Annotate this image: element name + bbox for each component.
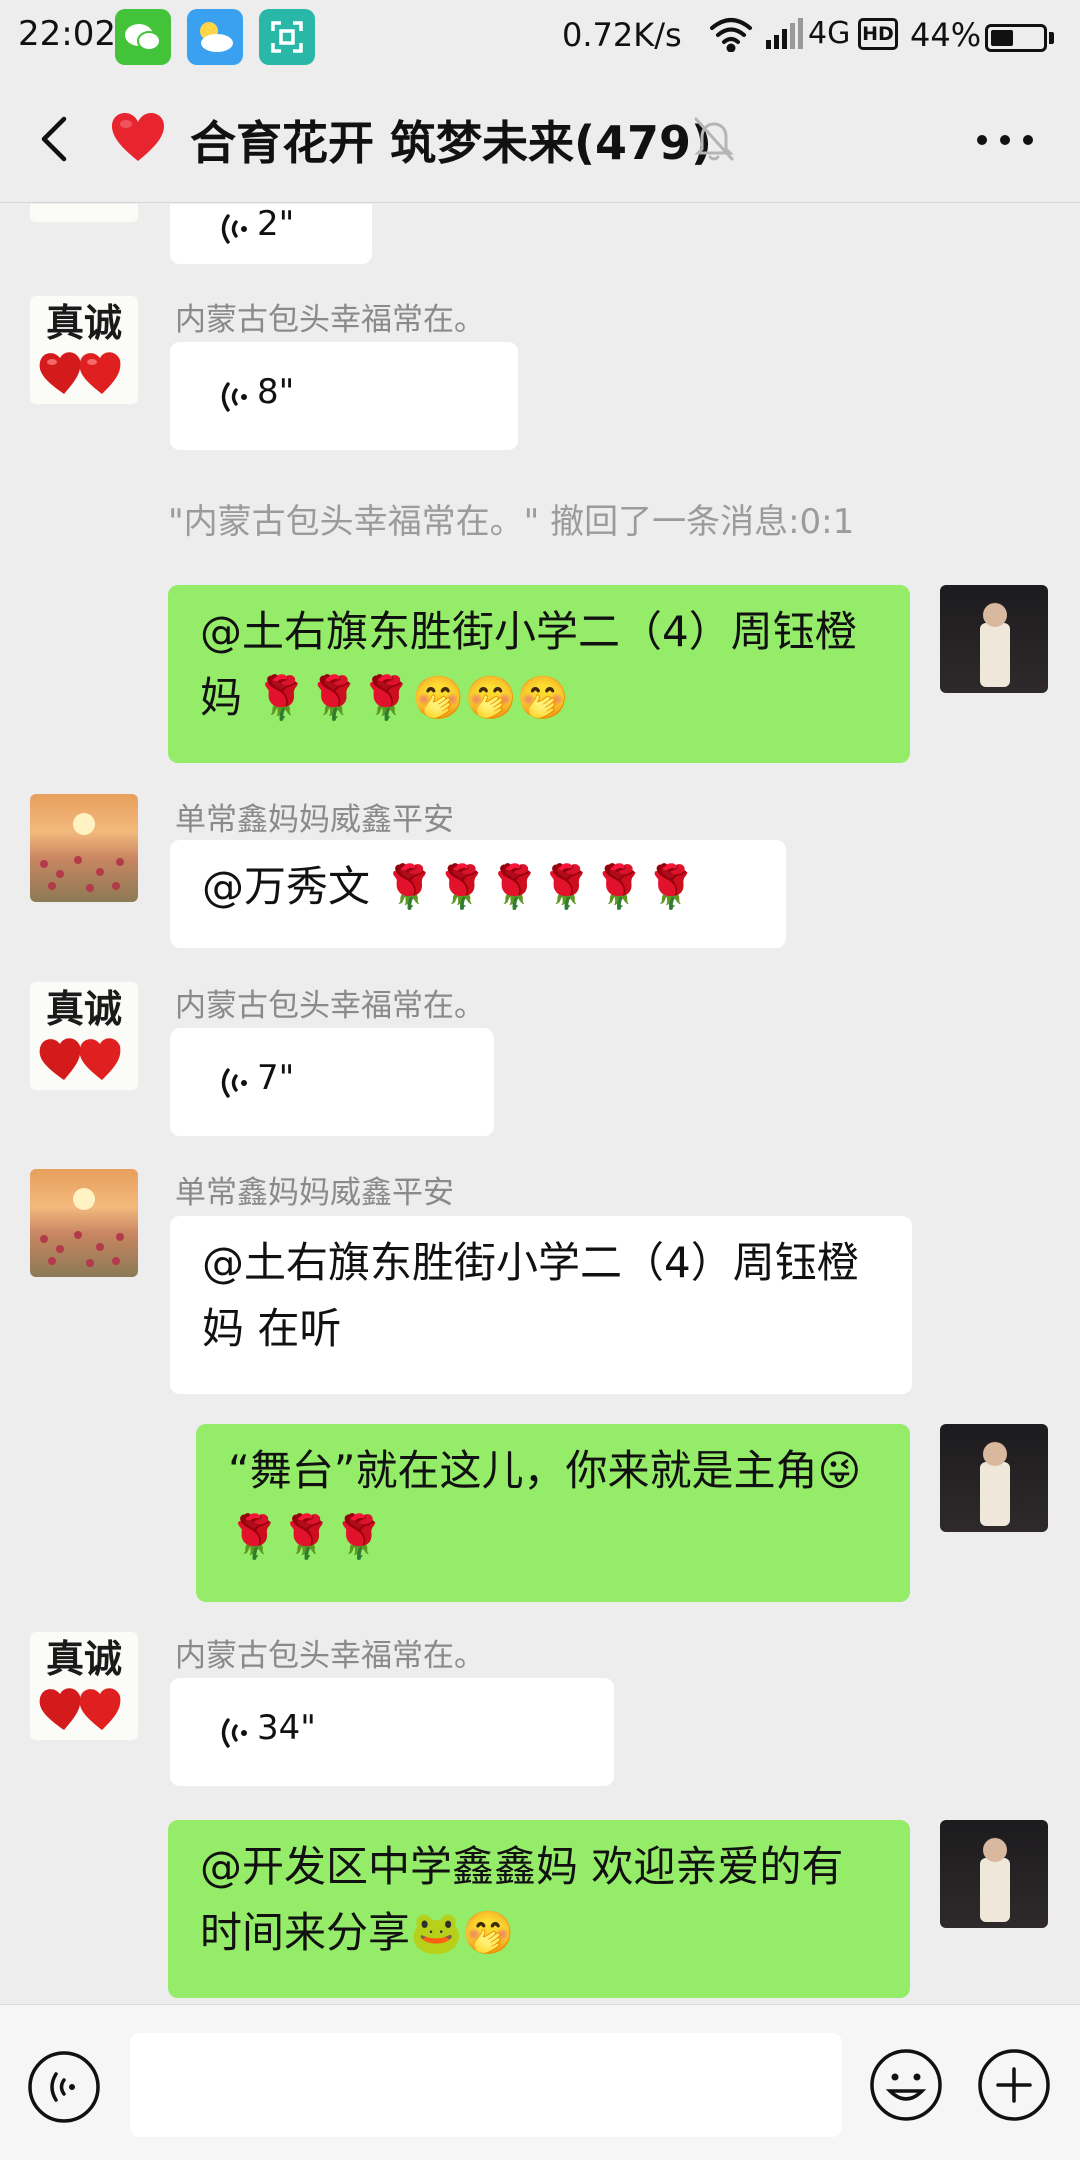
scan-icon [259, 9, 315, 65]
sender-name: 单常鑫妈妈威鑫平安 [175, 802, 454, 838]
chat-header: 合育花开 筑梦未来(479) [0, 75, 1080, 203]
message-list[interactable]: 2" 真诚 内蒙古包头幸福常在。 8" "内蒙古包头幸福常在。" 撤回了一条消息… [0, 204, 1080, 2004]
voice-wave-icon [218, 1064, 250, 1106]
chevron-left-icon[interactable] [30, 111, 82, 167]
voice-duration: 8" [257, 372, 295, 412]
battery-percent: 44% [910, 16, 982, 54]
system-recall-notice: "内蒙古包头幸福常在。" 撤回了一条消息:0:1 [168, 502, 855, 542]
sender-name: 内蒙古包头幸福常在。 [175, 988, 485, 1024]
voice-duration: 7" [257, 1058, 295, 1098]
voice-message[interactable]: 8" [170, 342, 518, 450]
avatar-self[interactable] [940, 585, 1048, 693]
network-speed: 0.72K/s [562, 16, 682, 54]
status-bar: 22:02 0.72K/s 4G HD 44% [0, 0, 1080, 75]
avatar-text: 真诚 [46, 1636, 122, 1681]
hd-badge: HD [858, 18, 898, 50]
signal-icon [764, 18, 804, 54]
battery-icon [985, 24, 1047, 52]
more-dots-icon[interactable] [970, 125, 1040, 155]
message-bubble[interactable]: @万秀文 🌹🌹🌹🌹🌹🌹 [170, 840, 786, 948]
message-bubble[interactable]: @土右旗东胜街小学二（4）周钰橙妈 在听 [170, 1216, 912, 1394]
status-time: 22:02 [18, 14, 116, 54]
avatar-text: 真诚 [46, 300, 122, 345]
message-input[interactable] [130, 2033, 842, 2137]
sender-name: 单常鑫妈妈威鑫平安 [175, 1175, 454, 1211]
plus-icon[interactable] [976, 2047, 1052, 2123]
voice-duration: 2" [257, 204, 295, 244]
heart-icon [110, 111, 166, 163]
avatar[interactable]: 真诚 [30, 1632, 138, 1740]
sender-name: 内蒙古包头幸福常在。 [175, 1638, 485, 1674]
message-bubble[interactable]: @开发区中学鑫鑫妈 欢迎亲爱的有时间来分享🐸🤭 [168, 1820, 910, 1998]
wechat-icon [115, 9, 171, 65]
avatar[interactable]: 真诚 [30, 296, 138, 404]
voice-input-icon[interactable] [26, 2049, 102, 2125]
input-bar [0, 2004, 1080, 2160]
voice-wave-icon [218, 378, 250, 420]
avatar-self[interactable] [940, 1424, 1048, 1532]
avatar-self[interactable] [940, 1820, 1048, 1928]
voice-wave-icon [218, 1714, 250, 1756]
avatar[interactable] [30, 1169, 138, 1277]
wifi-icon [708, 16, 754, 56]
avatar-text: 真诚 [46, 986, 122, 1031]
voice-wave-icon [218, 210, 250, 252]
avatar[interactable] [30, 794, 138, 902]
battery-tip [1049, 32, 1054, 44]
sender-name: 内蒙古包头幸福常在。 [175, 302, 485, 338]
message-bubble[interactable]: “舞台”就在这儿，你来就是主角😜🌹🌹🌹 [196, 1424, 910, 1602]
voice-message[interactable]: 34" [170, 1678, 614, 1786]
emoji-icon[interactable] [868, 2047, 944, 2123]
voice-message[interactable]: 7" [170, 1028, 494, 1136]
network-type: 4G [808, 16, 851, 51]
voice-message[interactable]: 2" [170, 204, 372, 264]
voice-duration: 34" [257, 1708, 316, 1748]
message-bubble[interactable]: @土右旗东胜街小学二（4）周钰橙妈 🌹🌹🌹🤭🤭🤭 [168, 585, 910, 763]
chat-title: 合育花开 筑梦未来(479) [190, 116, 713, 170]
bell-muted-icon [692, 115, 736, 163]
avatar[interactable] [30, 204, 138, 222]
avatar[interactable]: 真诚 [30, 982, 138, 1090]
weather-icon [187, 9, 243, 65]
